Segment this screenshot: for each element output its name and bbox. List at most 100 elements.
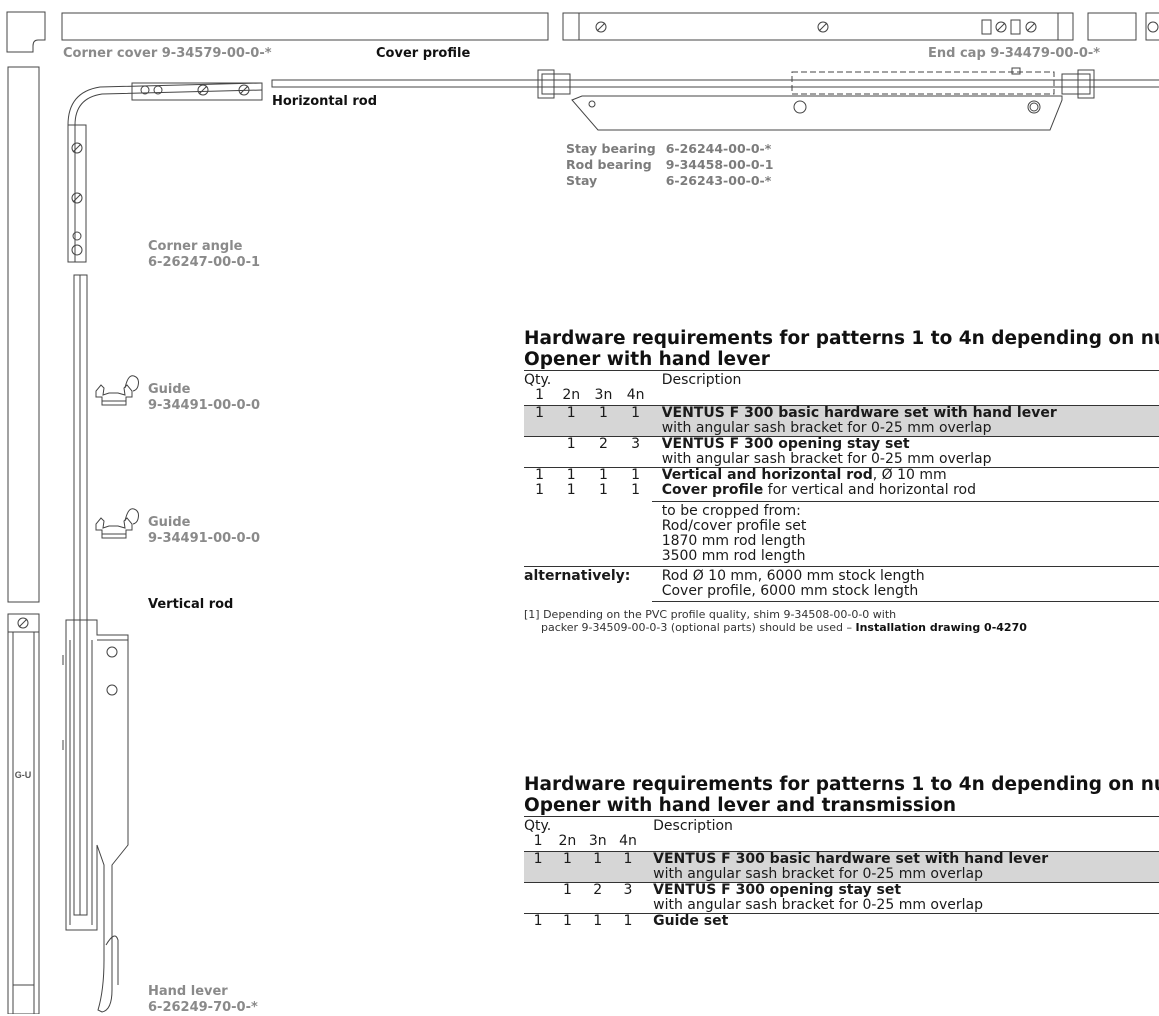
description-text: for vertical and horizontal rod [763,482,976,498]
qty-header: Qty. [524,818,552,834]
cropped-line: 1870 mm rod length [661,533,806,549]
corner-angle-number: 6-26247-00-0-1 [148,255,261,270]
description-bold: VENTUS F 300 opening stay set [661,436,910,452]
rod-bearing-name: Rod bearing [566,157,652,172]
footnote-line2: packer 9-34509-00-0-3 (optional parts) s… [524,621,1159,634]
cropped-line: Rod/cover profile set [661,518,807,534]
guide-drawing-2 [95,508,139,539]
qty-cell: 1 [582,913,613,929]
qty-col-2n: 2n [562,387,581,403]
qty-cell: 1 [555,436,588,468]
qty-cell: 1 [555,405,588,437]
qty-cell: 1 [598,482,608,498]
description-cell: VENTUS F 300 basic hardware set with han… [643,851,1159,883]
qty-cell: 2 [582,882,613,914]
guide-name-2: Guide [148,515,191,530]
cropped-line: 3500 mm rod length [661,548,806,564]
qty-cell: 1 [552,913,583,929]
hand-lever-drawing [65,619,129,1013]
description-cell: VENTUS F 300 basic hardware set with han… [651,405,1159,437]
qty-cell: 3 [612,882,644,914]
table-row: to be cropped from: Rod/cover profile se… [524,501,1159,567]
qty-header: Qty. [524,372,552,388]
guide-drawing-1 [95,375,139,406]
corner-cover-label: Corner cover 9-34579-00-0-* [63,46,272,61]
table-row: 1 1 1 1 Vertical and horizontal rod, Ø 1… [524,467,1159,483]
guide-label-2: Guide 9-34491-00-0-0 [148,515,260,547]
qty-cell: 1 [619,405,652,437]
footnote-line1: [1] Depending on the PVC profile quality… [524,608,897,621]
qty-col-4n: 4n [619,833,637,849]
guide-label-1: Guide 9-34491-00-0-0 [148,382,260,414]
qty-cell: 1 [566,482,576,498]
stay-number: 6-26243-00-0-* [665,173,772,188]
horizontal-rod-drawing [271,79,1159,88]
description-text: with angular sash bracket for 0-25 mm ov… [661,420,992,436]
section1-header-row: Qty. Description P [524,371,1159,389]
description-cell: Guide set [643,913,1159,929]
stay-bearing-number: 6-26244-00-0-* [665,141,772,156]
qty-cell: 1 [524,913,553,929]
table-row: 1 1 1 1 Cover profile for vertical and h… [524,483,1159,502]
section2-title-line1: Hardware requirements for patterns 1 to … [524,774,1159,795]
qty-cell: 1 [524,467,556,483]
description-bold: Guide set [653,913,729,929]
corner-angle-label: Corner angle 6-26247-00-0-1 [148,239,260,271]
qty-cell: 1 [582,851,613,883]
requirements-section-2: Hardware requirements for patterns 1 to … [524,774,1159,929]
qty-cell: 1 [587,467,620,483]
description-bold: Cover profile [661,482,764,498]
qty-cell: 1 [552,851,583,883]
qty-cell: 1 [555,467,588,483]
alternative-line: Rod Ø 10 mm, 6000 mm stock length [661,568,925,584]
description-cell: VENTUS F 300 opening stay set with angul… [643,882,1159,914]
corner-cover-drawing [6,11,46,53]
horizontal-rod-label: Horizontal rod [272,94,378,109]
stay-name: Stay [566,173,598,188]
qty-col-2n: 2n [558,833,577,849]
vertical-rod-label: Vertical rod [148,597,234,612]
qty-cell: 1 [612,851,644,883]
description-header: Description [661,372,742,388]
description-cell: Cover profile for vertical and horizonta… [652,483,1159,502]
table-row: 1 1 1 1 VENTUS F 300 basic hardware set … [524,405,1159,437]
end-cap-drawing [1087,12,1137,41]
guide-number-2: 9-34491-00-0-0 [148,531,261,546]
qty-cell: 1 [524,851,553,883]
qty-col-1: 1 [535,387,545,403]
guide-number-1: 9-34491-00-0-0 [148,398,261,413]
stay-bearing-name: Stay bearing [566,141,656,156]
description-bold: Vertical and horizontal rod [661,467,873,483]
footnote-bold: Installation drawing 0-4270 [855,621,1027,634]
end-cap-label: End cap 9-34479-00-0-* [928,46,1101,61]
qty-cell: 1 [619,467,652,483]
description-text: , Ø 10 mm [872,467,947,483]
qty-col-3n: 3n [594,387,613,403]
hand-lever-label: Hand lever 6-26249-70-0-* [148,984,258,1016]
qty-cell: 1 [552,882,583,914]
description-text: with angular sash bracket for 0-25 mm ov… [661,451,992,467]
qty-col-4n: 4n [626,387,645,403]
stay-bearing-drawing [571,95,1063,131]
section1-title-line2: Opener with hand lever [524,349,770,370]
hand-lever-name: Hand lever [148,984,228,999]
description-bold: VENTUS F 300 opening stay set [653,882,902,898]
section2-header-row: Qty. Description P [524,817,1159,835]
qty-cell [524,882,553,914]
cropped-line: to be cropped from: [661,503,801,519]
section1-title: Hardware requirements for patterns 1 to … [524,328,1159,370]
alternative-cell: Rod Ø 10 mm, 6000 mm stock length Cover … [651,566,1159,602]
section1-table: Qty. Description P 1 2n 3n 4n 1 1 1 1 VE… [524,370,1159,602]
qty-cell: 1 [535,482,545,498]
cover-profile-label: Cover profile [376,46,471,61]
qty-cell: 2 [587,436,620,468]
qty-cell: 3 [619,436,652,468]
qty-cell: 1 [524,405,556,437]
description-bold: VENTUS F 300 basic hardware set with han… [661,405,1057,421]
frame-profile-drawing [7,613,40,1014]
description-text: with angular sash bracket for 0-25 mm ov… [653,897,983,913]
stay-top-drawing [562,12,1074,41]
table-row: 1 1 1 1 Guide set [524,913,1159,929]
requirements-section-1: Hardware requirements for patterns 1 to … [524,328,1159,634]
table-row: alternatively: Rod Ø 10 mm, 6000 mm stoc… [524,566,1159,602]
